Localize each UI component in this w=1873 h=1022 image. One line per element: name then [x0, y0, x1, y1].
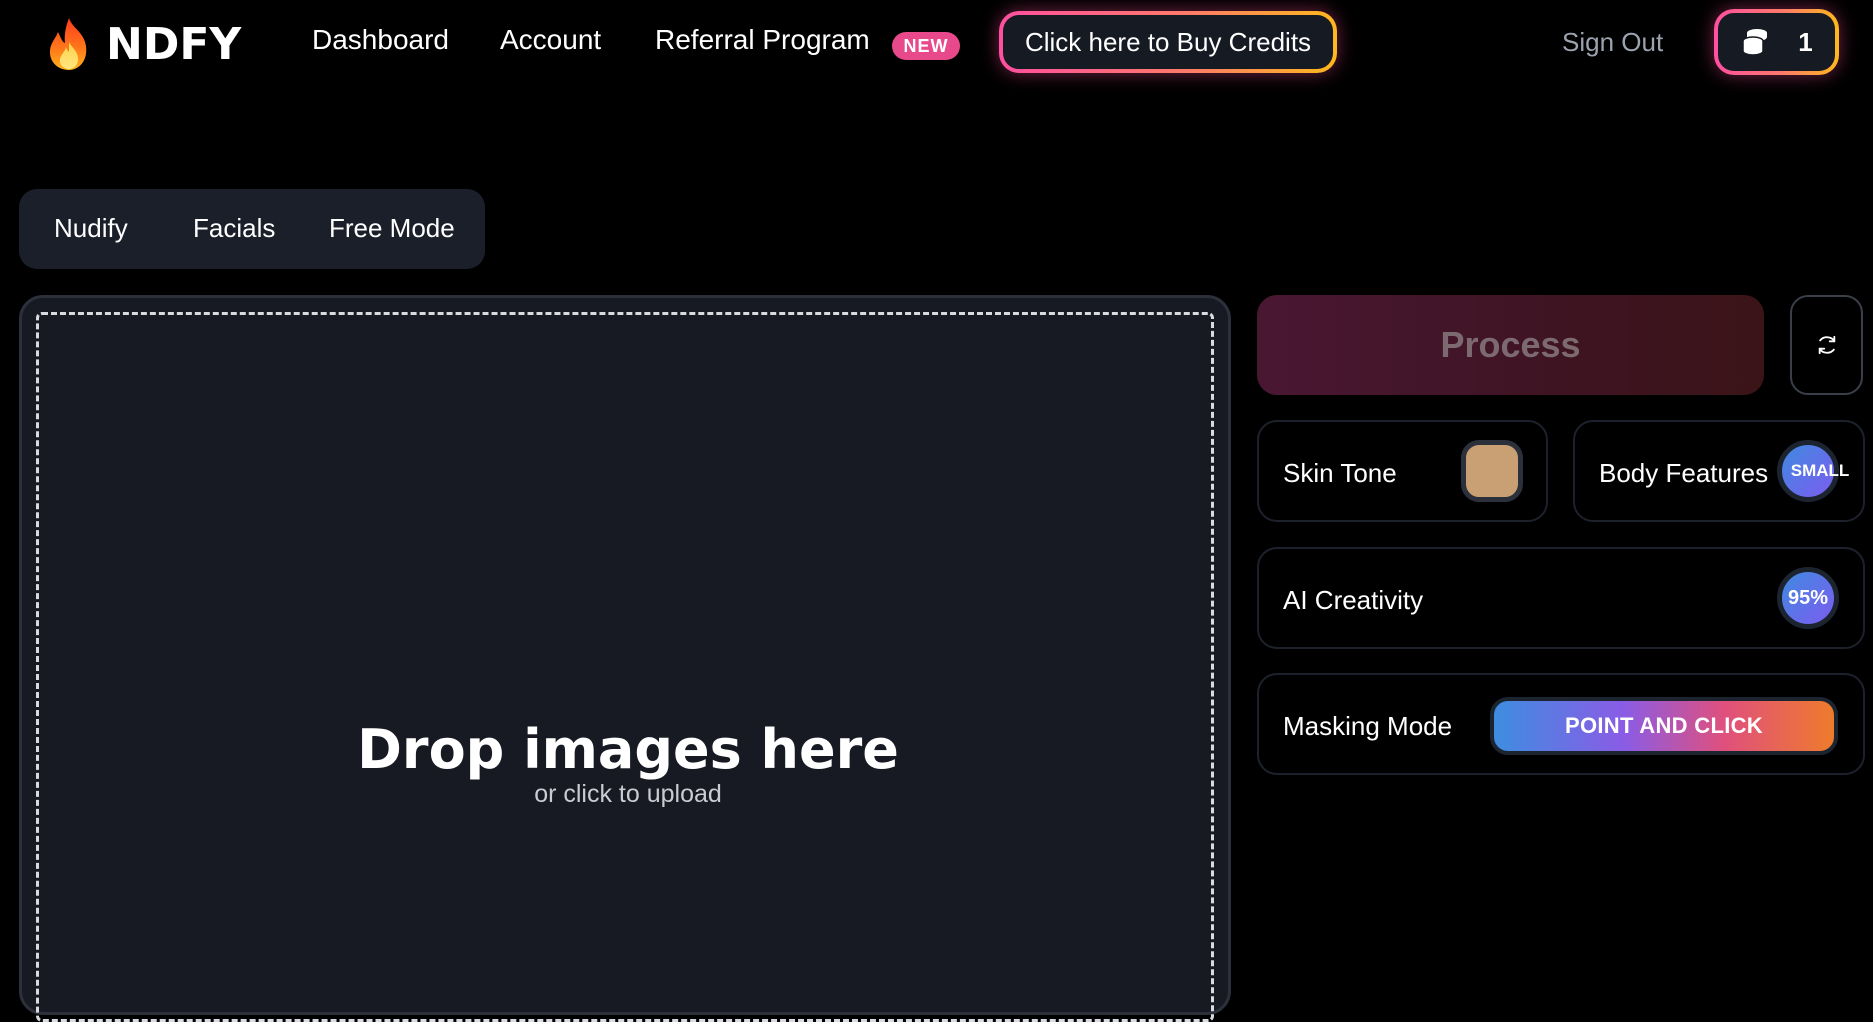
ai-creativity-label: AI Creativity: [1283, 585, 1424, 615]
upload-card: Drop images here or click to upload: [19, 295, 1231, 1022]
logo[interactable]: NDFY: [44, 14, 241, 74]
sign-out-link[interactable]: Sign Out: [1562, 27, 1663, 58]
skin-tone-card: Skin Tone: [1257, 420, 1548, 522]
refresh-icon: [1818, 335, 1835, 355]
buy-credits-button[interactable]: Click here to Buy Credits: [999, 11, 1337, 73]
tab-free-mode[interactable]: Free Mode: [329, 213, 455, 244]
credits-balance-button[interactable]: 1: [1714, 9, 1839, 75]
nav-referral-program[interactable]: Referral Program: [655, 24, 870, 56]
dropzone-title: Drop images here: [357, 718, 899, 781]
nav-account[interactable]: Account: [500, 24, 601, 56]
skin-tone-label: Skin Tone: [1283, 458, 1397, 488]
new-badge: NEW: [892, 32, 960, 60]
tab-nudify[interactable]: Nudify: [54, 213, 128, 244]
fire-icon: [49, 18, 87, 70]
tab-facials[interactable]: Facials: [193, 213, 275, 244]
top-navbar: NDFY Dashboard Account Referral Program …: [0, 0, 1873, 90]
ai-creativity-card: AI Creativity 95%: [1257, 547, 1865, 649]
masking-mode-label: Masking Mode: [1283, 711, 1453, 741]
ai-creativity-selector[interactable]: 95%: [1777, 567, 1839, 629]
ai-creativity-value: 95%: [1787, 586, 1829, 609]
nav-dashboard[interactable]: Dashboard: [312, 24, 449, 56]
body-features-value: SMALL: [1790, 461, 1850, 480]
dropzone-subtitle: or click to upload: [534, 780, 722, 808]
logo-text: NDFY: [106, 18, 242, 70]
mode-tabs: Nudify Facials Free Mode: [19, 189, 485, 269]
process-button[interactable]: Process: [1257, 295, 1764, 395]
buy-credits-label: Click here to Buy Credits: [1003, 15, 1333, 69]
reset-button[interactable]: [1790, 295, 1863, 395]
body-features-card: Body Features SMALL: [1573, 420, 1865, 522]
body-features-selector[interactable]: SMALL: [1777, 440, 1849, 502]
masking-mode-selector[interactable]: POINT AND CLICK: [1490, 697, 1838, 755]
credits-count: 1: [1798, 26, 1813, 57]
coins-icon: [1742, 29, 1768, 56]
body-features-label: Body Features: [1599, 458, 1769, 488]
skin-tone-swatch[interactable]: [1461, 440, 1523, 502]
image-dropzone[interactable]: [36, 312, 1214, 1022]
